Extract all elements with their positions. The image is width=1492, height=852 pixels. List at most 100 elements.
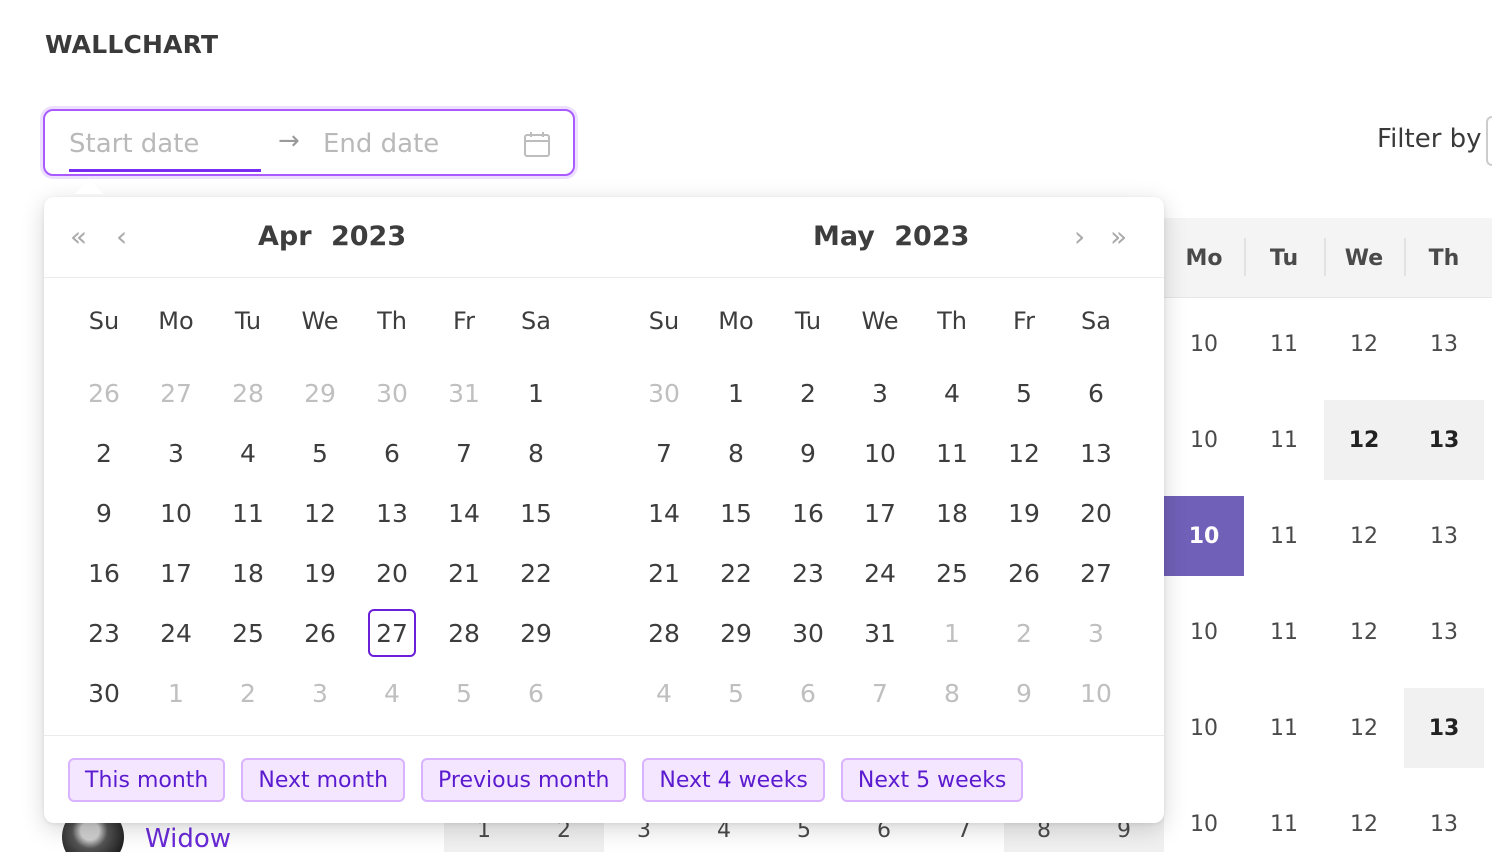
wallchart-day-cell[interactable]: 13 (1404, 496, 1484, 576)
day-cell[interactable]: 13 (356, 483, 428, 543)
day-cell[interactable]: 4 (356, 663, 428, 723)
wallchart-day-cell[interactable]: 12 (1324, 592, 1404, 672)
day-cell[interactable]: 16 (68, 543, 140, 603)
day-cell[interactable]: 4 (628, 663, 700, 723)
wallchart-day-cell[interactable]: 12 (1324, 304, 1404, 384)
day-cell[interactable]: 1 (916, 603, 988, 663)
day-cell[interactable]: 21 (628, 543, 700, 603)
day-cell[interactable]: 15 (700, 483, 772, 543)
prev-year-button[interactable]: « (70, 219, 87, 255)
day-cell[interactable]: 2 (212, 663, 284, 723)
day-cell[interactable]: 19 (988, 483, 1060, 543)
day-cell[interactable]: 30 (772, 603, 844, 663)
day-cell[interactable]: 29 (500, 603, 572, 663)
preset-button-this-month[interactable]: This month (68, 758, 226, 802)
wallchart-day-cell[interactable]: 11 (1244, 400, 1324, 480)
day-cell[interactable]: 21 (428, 543, 500, 603)
user-name-link[interactable]: Widow (145, 824, 231, 852)
preset-button-next-5-weeks[interactable]: Next 5 weeks (840, 758, 1024, 802)
day-cell[interactable]: 28 (212, 363, 284, 423)
day-cell[interactable]: 2 (772, 363, 844, 423)
right-month-title[interactable]: May 2023 (813, 219, 969, 255)
preset-button-next-month[interactable]: Next month (241, 758, 406, 802)
left-month-title[interactable]: Apr 2023 (258, 219, 406, 255)
day-cell[interactable]: 4 (212, 423, 284, 483)
day-cell[interactable]: 30 (356, 363, 428, 423)
wallchart-day-cell[interactable]: 10 (1164, 496, 1244, 576)
day-cell[interactable]: 7 (844, 663, 916, 723)
day-cell[interactable]: 27 (1060, 543, 1132, 603)
day-cell[interactable]: 5 (700, 663, 772, 723)
day-cell[interactable]: 10 (140, 483, 212, 543)
day-cell[interactable]: 9 (988, 663, 1060, 723)
wallchart-day-cell[interactable]: 12 (1324, 784, 1404, 852)
wallchart-day-cell[interactable]: 13 (1404, 592, 1484, 672)
date-range-picker[interactable]: Start date → End date (43, 109, 575, 176)
wallchart-day-cell[interactable]: 12 (1324, 400, 1404, 480)
prev-month-button[interactable]: ‹ (116, 219, 127, 255)
left-month-label[interactable]: Apr (258, 221, 312, 252)
day-cell[interactable]: 20 (1060, 483, 1132, 543)
day-cell[interactable]: 2 (68, 423, 140, 483)
day-cell[interactable]: 6 (1060, 363, 1132, 423)
wallchart-day-cell[interactable]: 10 (1164, 784, 1244, 852)
wallchart-day-cell[interactable]: 10 (1164, 592, 1244, 672)
day-cell[interactable]: 23 (772, 543, 844, 603)
day-cell[interactable]: 28 (428, 603, 500, 663)
wallchart-day-cell[interactable]: 13 (1404, 304, 1484, 384)
day-cell[interactable]: 3 (140, 423, 212, 483)
day-cell[interactable]: 22 (700, 543, 772, 603)
day-cell[interactable]: 3 (844, 363, 916, 423)
wallchart-day-cell[interactable]: 13 (1404, 784, 1484, 852)
wallchart-day-cell[interactable]: 11 (1244, 784, 1324, 852)
day-cell[interactable]: 26 (284, 603, 356, 663)
day-cell[interactable]: 12 (988, 423, 1060, 483)
right-year-label[interactable]: 2023 (894, 221, 969, 252)
right-month-label[interactable]: May (813, 221, 875, 252)
day-cell[interactable]: 11 (212, 483, 284, 543)
day-cell[interactable]: 26 (68, 363, 140, 423)
day-cell[interactable]: 7 (428, 423, 500, 483)
day-cell[interactable]: 9 (772, 423, 844, 483)
day-cell[interactable]: 3 (284, 663, 356, 723)
wallchart-day-cell[interactable]: 11 (1244, 592, 1324, 672)
day-cell[interactable]: 27 (140, 363, 212, 423)
day-cell[interactable]: 29 (284, 363, 356, 423)
wallchart-day-cell[interactable]: 10 (1164, 688, 1244, 768)
day-cell[interactable]: 24 (140, 603, 212, 663)
day-cell[interactable]: 17 (140, 543, 212, 603)
day-cell[interactable]: 25 (212, 603, 284, 663)
wallchart-day-cell[interactable]: 13 (1404, 400, 1484, 480)
day-cell[interactable]: 11 (916, 423, 988, 483)
calendar-icon[interactable] (523, 131, 551, 159)
day-cell[interactable]: 3 (1060, 603, 1132, 663)
day-cell[interactable]: 30 (68, 663, 140, 723)
wallchart-day-cell[interactable]: 11 (1244, 688, 1324, 768)
day-cell[interactable]: 18 (916, 483, 988, 543)
day-cell[interactable]: 5 (284, 423, 356, 483)
day-cell[interactable]: 10 (1060, 663, 1132, 723)
day-cell[interactable]: 20 (356, 543, 428, 603)
day-cell[interactable]: 4 (916, 363, 988, 423)
day-cell[interactable]: 31 (428, 363, 500, 423)
day-cell[interactable]: 1 (500, 363, 572, 423)
day-cell[interactable]: 1 (140, 663, 212, 723)
day-cell[interactable]: 16 (772, 483, 844, 543)
day-cell[interactable]: 22 (500, 543, 572, 603)
wallchart-day-cell[interactable]: 11 (1244, 496, 1324, 576)
wallchart-day-cell[interactable]: 11 (1244, 304, 1324, 384)
wallchart-day-cell[interactable]: 13 (1404, 688, 1484, 768)
end-date-input[interactable]: End date (323, 129, 439, 159)
filter-select[interactable] (1486, 116, 1492, 166)
left-year-label[interactable]: 2023 (331, 221, 406, 252)
day-cell[interactable]: 14 (428, 483, 500, 543)
start-date-input[interactable]: Start date (69, 129, 199, 159)
day-cell[interactable]: 25 (916, 543, 988, 603)
day-cell[interactable]: 30 (628, 363, 700, 423)
day-cell[interactable]: 24 (844, 543, 916, 603)
day-cell[interactable]: 6 (500, 663, 572, 723)
day-cell[interactable]: 5 (988, 363, 1060, 423)
day-cell[interactable]: 2 (988, 603, 1060, 663)
wallchart-day-cell[interactable]: 10 (1164, 400, 1244, 480)
day-cell[interactable]: 10 (844, 423, 916, 483)
